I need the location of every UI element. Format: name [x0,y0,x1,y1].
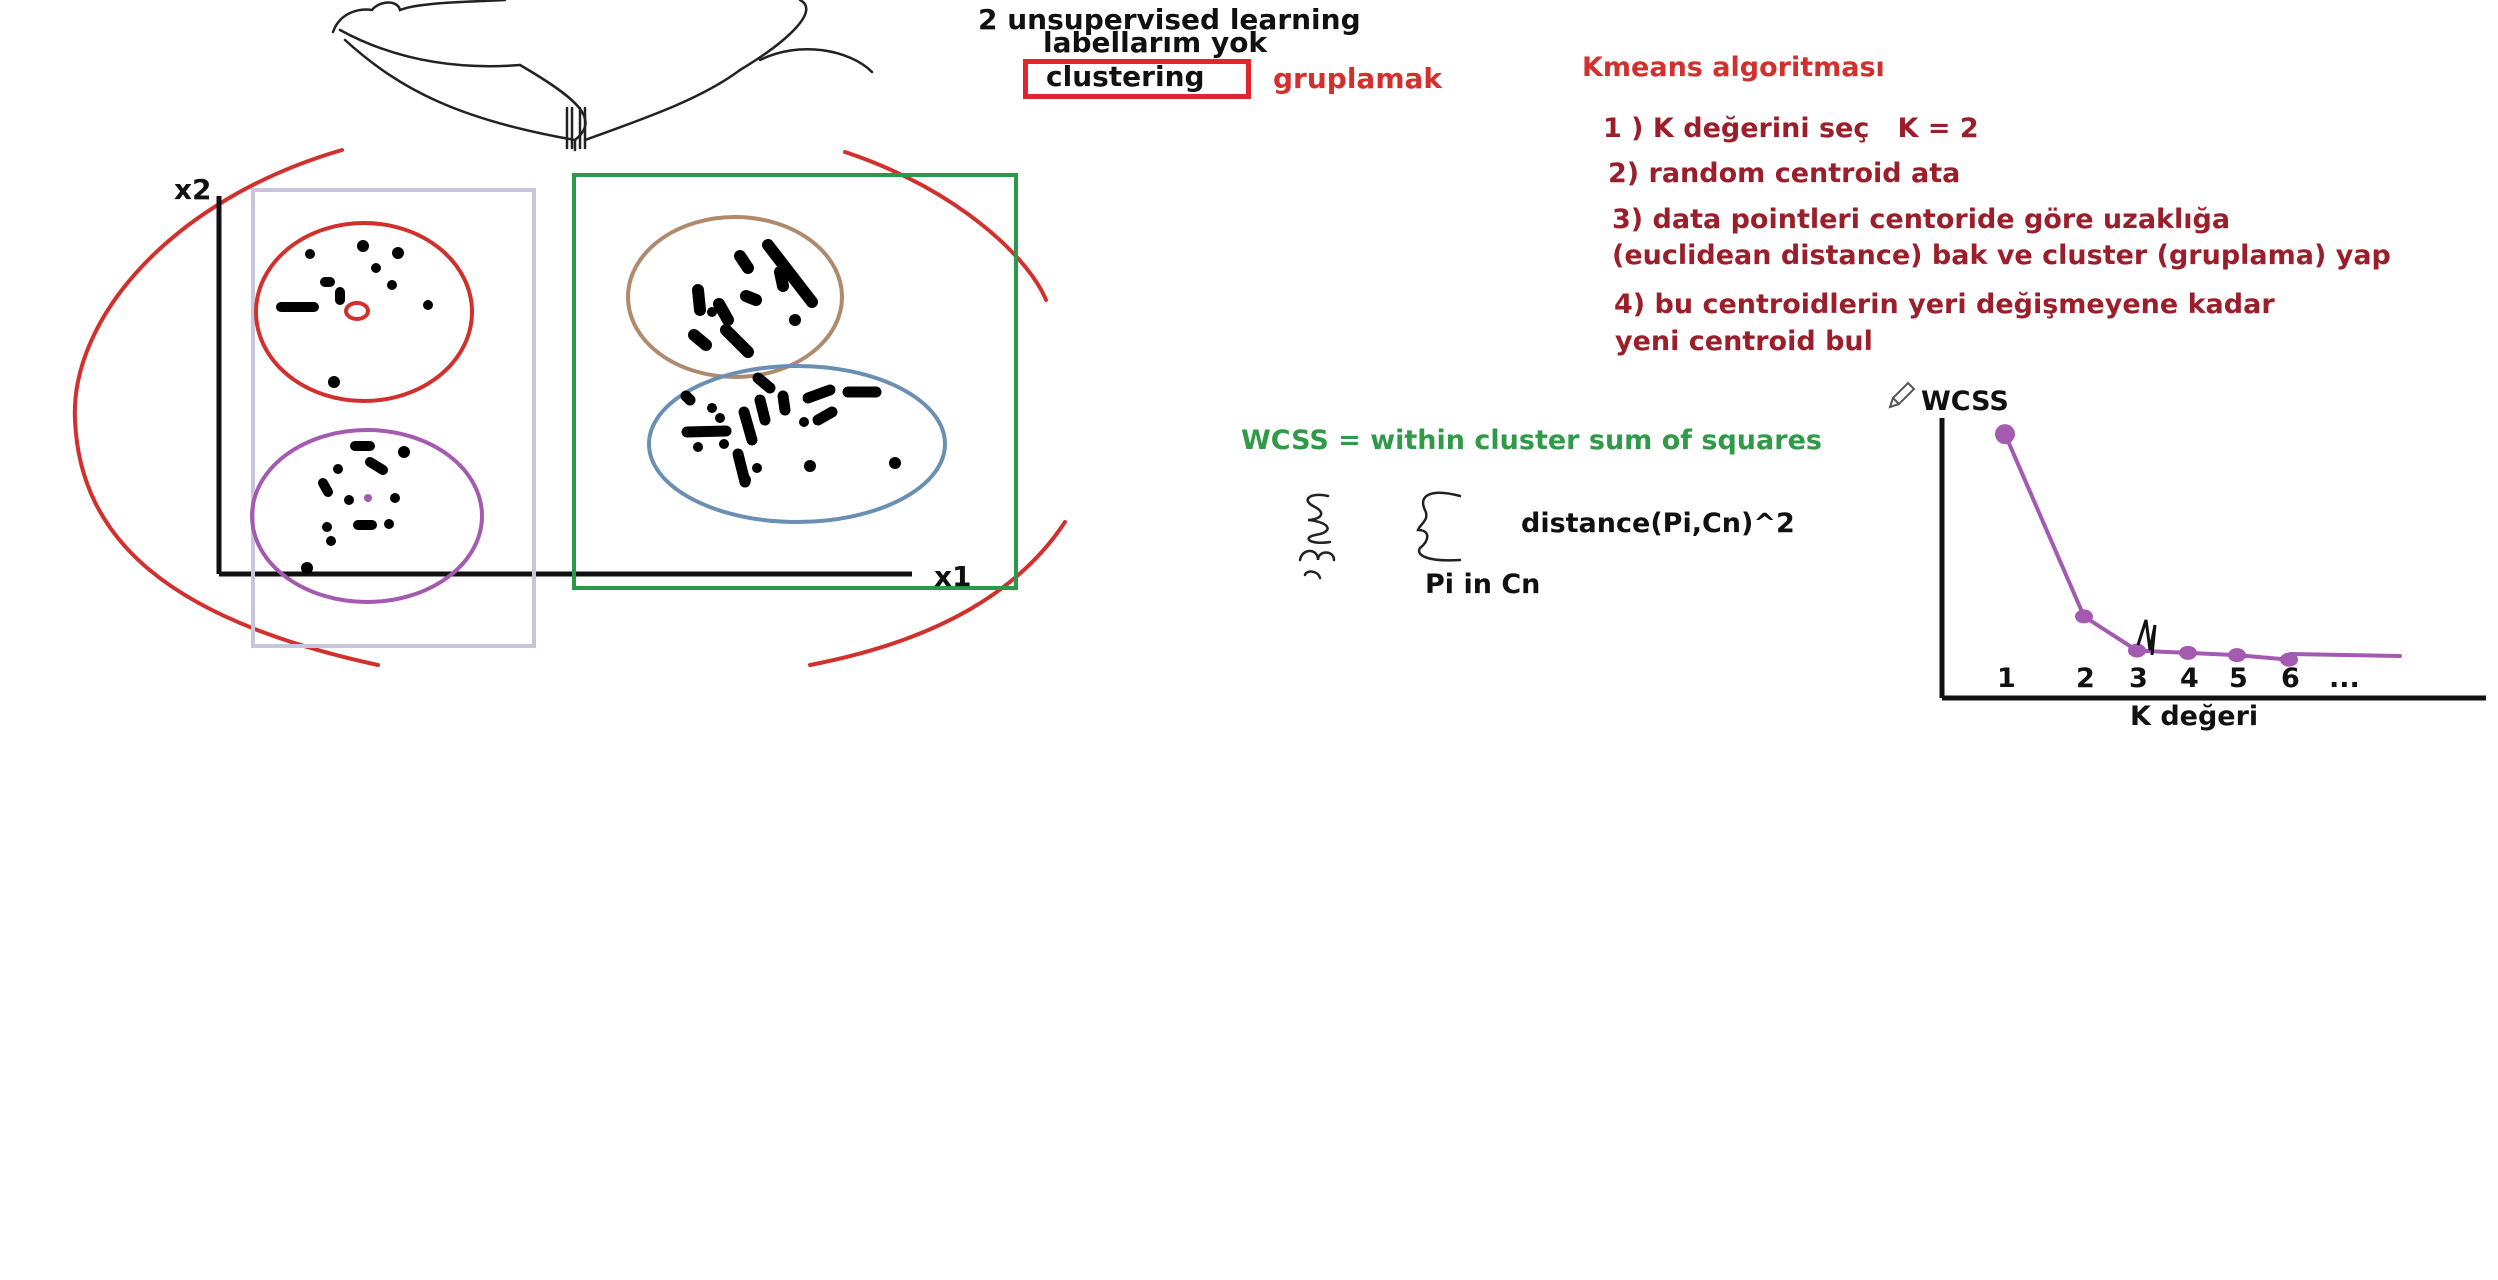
elbow-point-k1 [1995,424,2015,445]
elbow-tick-1: 1 [1997,663,2016,694]
scatter-axes [216,196,912,577]
elbow-tick-7: ... [2329,663,2360,694]
data-points-red-cluster [276,240,433,388]
elbow-x-label: K değeri [2130,701,2259,732]
kmeans-step-3a: 3) data pointleri centoride göre uzaklığ… [1612,204,2231,235]
data-points-purple-cluster [301,441,410,574]
lavender-cluster-box [251,188,536,648]
elbow-y-label: WCSS [1921,386,2009,417]
elbow-tick-2: 2 [2076,663,2095,694]
wcss-definition: WCSS = within cluster sum of squares [1241,425,1822,456]
wcss-formula: distance(Pi,Cn)^2 [1521,508,1795,539]
red-centroid [344,301,370,321]
kmeans-step-4b: yeni centroid bul [1615,326,1873,357]
elbow-point-k2 [2075,609,2093,624]
gruplamak-label: gruplamak [1273,62,1443,95]
elbow-tick-4: 4 [2180,663,2199,694]
whiteboard-canvas [72,0,2486,701]
elbow-tick-3: 3 [2129,663,2148,694]
elbow-tail-line [2288,652,2402,658]
no-labels-heading: labellarım yok [1043,26,1268,59]
data-points-brown-cluster [688,239,818,358]
data-points-blue-cluster [680,372,901,488]
blue-cluster-circle [647,364,947,524]
kmeans-step-2: 2) random centroid ata [1608,158,1961,189]
elbow-tick-6: 6 [2281,663,2300,694]
clustering-label: clustering [1046,60,1205,93]
kmeans-title: Kmeans algoritması [1582,52,1885,83]
wcss-formula-subscript: Pi in Cn [1425,569,1541,600]
elbow-point-k3 [2128,643,2146,658]
kmeans-step-3b: (euclidean distance) bak ve cluster (gru… [1612,240,2391,271]
y-axis-label: x2 [174,173,212,206]
elbow-point-k4 [2179,645,2197,660]
purple-centroid [364,494,372,502]
elbow-point-k5 [2228,648,2246,663]
double-sum-symbol [1298,491,1462,580]
kmeans-step-4a: 4) bu centroidlerin yeri değişmeyene kad… [1614,289,2275,320]
elbow-tick-5: 5 [2229,663,2248,694]
x-axis-label: x1 [934,560,972,593]
person-sketch [331,0,874,152]
green-cluster-box [572,173,1018,590]
kmeans-step-1: 1 ) K değerini seç K = 2 [1603,113,1979,144]
pencil-cursor-icon [1888,381,1916,409]
